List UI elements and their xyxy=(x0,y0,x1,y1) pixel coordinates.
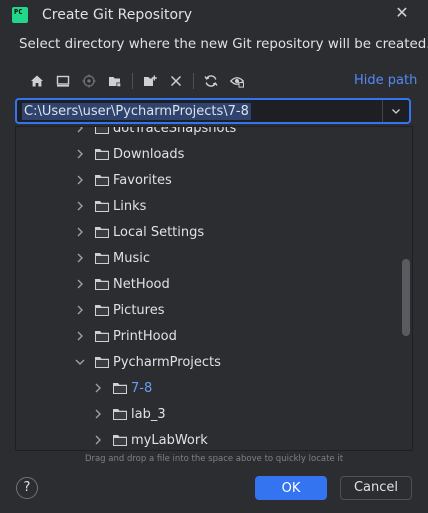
tree-item-expanded[interactable]: PycharmProjects xyxy=(16,349,412,375)
tree-item-label: Downloads xyxy=(113,146,185,162)
folder-icon xyxy=(95,127,109,134)
tree-item[interactable]: Downloads xyxy=(16,141,412,167)
chevron-down-icon[interactable] xyxy=(72,354,88,370)
tree-item[interactable]: Links xyxy=(16,193,412,219)
folder-icon xyxy=(95,175,109,186)
tree-item-label: PrintHood xyxy=(113,328,177,344)
close-icon[interactable]: ✕ xyxy=(394,5,410,21)
desktop-icon[interactable] xyxy=(50,70,76,92)
pycharm-logo-icon: PC xyxy=(12,7,28,23)
folder-icon xyxy=(95,279,109,290)
cancel-button[interactable]: Cancel xyxy=(340,476,412,500)
app-icon-text: PC xyxy=(14,8,23,16)
folder-icon xyxy=(95,227,109,238)
toolbar-separator xyxy=(193,73,194,89)
title-bar: PC Create Git Repository ✕ xyxy=(0,0,428,32)
folder-icon xyxy=(113,383,127,394)
dialog-description: Select directory where the new Git repos… xyxy=(19,37,428,52)
tree-item-selected[interactable]: 7-8 xyxy=(16,375,412,401)
chevron-right-icon[interactable] xyxy=(72,224,88,240)
show-hidden-icon[interactable] xyxy=(224,70,250,92)
tree-item[interactable]: Favorites xyxy=(16,167,412,193)
tree-item[interactable]: Music xyxy=(16,245,412,271)
chevron-right-icon[interactable] xyxy=(72,328,88,344)
chevron-down-icon[interactable] xyxy=(382,100,409,122)
tree-item[interactable]: myLabWork xyxy=(16,427,412,450)
tree-item[interactable]: dotTraceSnapshots xyxy=(16,126,412,141)
tree-item-label: 7-8 xyxy=(131,380,153,396)
tree-item-label: Links xyxy=(113,198,147,214)
chevron-right-icon[interactable] xyxy=(72,172,88,188)
ok-button[interactable]: OK xyxy=(255,476,327,500)
tree-item-label: Music xyxy=(113,250,150,266)
refresh-icon[interactable] xyxy=(198,70,224,92)
tree-item-label: Pictures xyxy=(113,302,165,318)
folder-icon xyxy=(95,305,109,316)
home-icon[interactable] xyxy=(24,70,50,92)
tree-item-label: PycharmProjects xyxy=(113,354,221,370)
folder-icon xyxy=(95,357,109,368)
chevron-right-icon[interactable] xyxy=(90,380,106,396)
chevron-right-icon[interactable] xyxy=(90,432,106,448)
tree-item[interactable]: lab_3 xyxy=(16,401,412,427)
directory-tree[interactable]: dotTraceSnapshots Downloads Favorites Li… xyxy=(15,126,413,451)
tree-item-label: lab_3 xyxy=(131,406,166,422)
tree-item-label: myLabWork xyxy=(131,432,208,448)
delete-icon[interactable] xyxy=(163,70,189,92)
path-input[interactable]: C:\Users\user\PycharmProjects\7-8 xyxy=(22,103,251,120)
tree-item[interactable]: Pictures xyxy=(16,297,412,323)
chevron-right-icon[interactable] xyxy=(72,276,88,292)
tree-scrollbar[interactable] xyxy=(402,259,410,336)
file-chooser-toolbar xyxy=(24,70,250,92)
chevron-right-icon[interactable] xyxy=(72,250,88,266)
drag-drop-hint: Drag and drop a file into the space abov… xyxy=(84,454,344,464)
folder-icon xyxy=(95,253,109,264)
tree-item[interactable]: Local Settings xyxy=(16,219,412,245)
folder-icon xyxy=(113,409,127,420)
chevron-right-icon[interactable] xyxy=(72,198,88,214)
folder-icon xyxy=(95,331,109,342)
path-combobox[interactable]: C:\Users\user\PycharmProjects\7-8 xyxy=(15,98,411,124)
folder-icon xyxy=(95,149,109,160)
dialog-title: Create Git Repository xyxy=(42,7,193,23)
tree-item[interactable]: PrintHood xyxy=(16,323,412,349)
chevron-right-icon[interactable] xyxy=(72,146,88,162)
folder-icon xyxy=(95,201,109,212)
tree-item[interactable]: NetHood xyxy=(16,271,412,297)
tree-item-label: Favorites xyxy=(113,172,172,188)
tree-item-label: NetHood xyxy=(113,276,170,292)
chevron-right-icon[interactable] xyxy=(72,127,88,136)
chevron-right-icon[interactable] xyxy=(72,302,88,318)
tree-item-label: dotTraceSnapshots xyxy=(113,126,237,136)
module-icon[interactable] xyxy=(102,70,128,92)
chevron-right-icon[interactable] xyxy=(90,406,106,422)
hide-path-link[interactable]: Hide path xyxy=(354,73,417,88)
folder-icon xyxy=(113,435,127,446)
tree-item-label: Local Settings xyxy=(113,224,205,240)
toolbar-separator xyxy=(132,73,133,89)
new-folder-icon[interactable] xyxy=(137,70,163,92)
help-button[interactable]: ? xyxy=(16,477,38,499)
project-icon xyxy=(76,70,102,92)
